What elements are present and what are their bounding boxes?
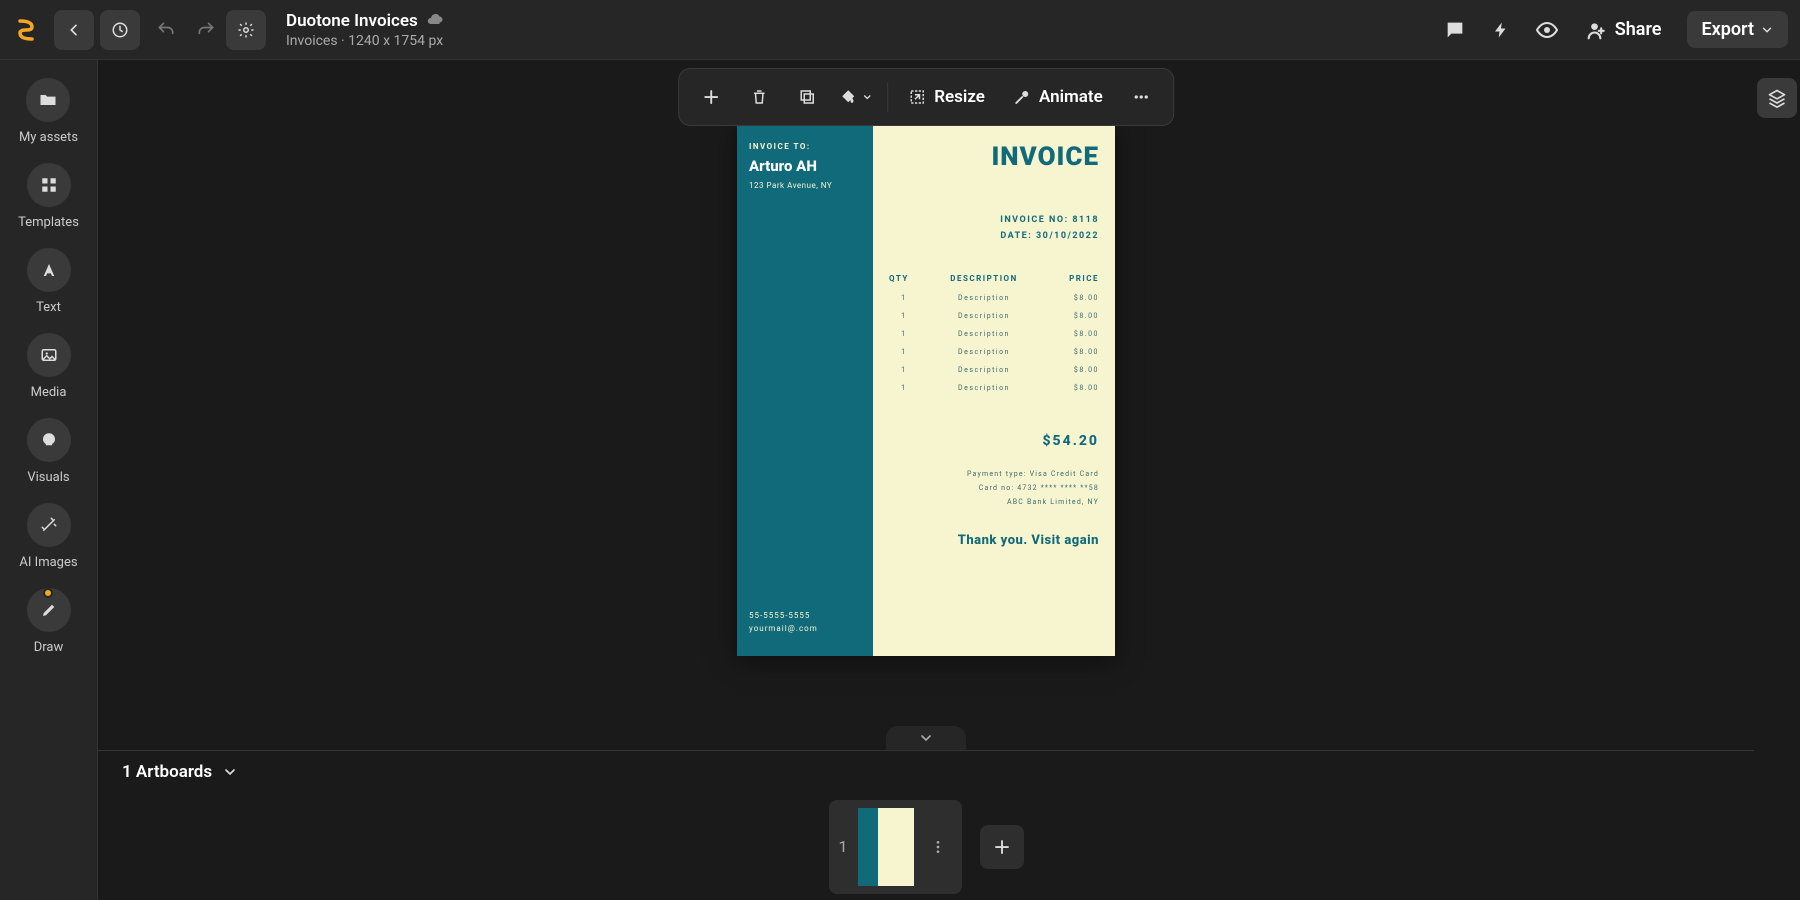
sidebar-label-text: Text bbox=[36, 300, 61, 315]
paint-bucket-icon bbox=[839, 88, 857, 106]
invoice-email: yourmail@.com bbox=[749, 623, 861, 636]
invoice-row: 1Description$8.00 bbox=[889, 307, 1099, 325]
add-artboard-button[interactable] bbox=[980, 825, 1024, 869]
invoice-date: DATE: 30/10/2022 bbox=[889, 228, 1099, 244]
artboard-thumbnail[interactable]: 1 bbox=[829, 800, 962, 894]
sidebar-label-draw: Draw bbox=[34, 640, 64, 655]
invoice-phone: 55-5555-5555 bbox=[749, 610, 861, 623]
invoice-row: 1Description$8.00 bbox=[889, 343, 1099, 361]
chevron-down-icon bbox=[1760, 23, 1774, 37]
left-sidebar: My assets Templates Text Media Visuals A… bbox=[0, 60, 98, 900]
resize-icon bbox=[908, 88, 926, 106]
chevron-down-icon bbox=[918, 730, 934, 746]
redo-button[interactable] bbox=[186, 10, 226, 50]
more-button[interactable] bbox=[1119, 75, 1163, 119]
resize-label: Resize bbox=[934, 87, 985, 107]
app-logo[interactable] bbox=[12, 16, 40, 44]
invoice-to-label: INVOICE TO: bbox=[749, 142, 861, 151]
artboards-count[interactable]: 1 Artboards bbox=[122, 762, 212, 782]
chevron-down-icon bbox=[861, 91, 873, 103]
back-button[interactable] bbox=[54, 10, 94, 50]
animate-button[interactable]: Animate bbox=[1001, 75, 1115, 119]
context-toolbar: Resize Animate bbox=[678, 68, 1174, 126]
invoice-line-items: QTY DESCRIPTION PRICE 1Description$8.001… bbox=[889, 274, 1099, 397]
invoice-client-name: Arturo AH bbox=[749, 157, 861, 175]
image-icon bbox=[40, 346, 58, 364]
export-label: Export bbox=[1701, 19, 1754, 40]
animate-icon bbox=[1013, 88, 1031, 106]
sidebar-label-media: Media bbox=[31, 385, 67, 400]
bolt-button[interactable] bbox=[1481, 10, 1521, 50]
share-button[interactable]: Share bbox=[1573, 11, 1676, 48]
visuals-icon bbox=[40, 431, 58, 449]
fill-button[interactable] bbox=[833, 75, 879, 119]
history-button[interactable] bbox=[100, 10, 140, 50]
preview-button[interactable] bbox=[1527, 10, 1567, 50]
text-icon bbox=[40, 261, 58, 279]
magic-icon bbox=[40, 516, 58, 534]
sidebar-item-templates[interactable]: Templates bbox=[18, 163, 79, 230]
invoice-total: $54.20 bbox=[889, 433, 1099, 449]
sidebar-label-assets: My assets bbox=[19, 130, 78, 145]
col-price: PRICE bbox=[1049, 274, 1099, 283]
thumbnail-menu-button[interactable] bbox=[924, 833, 952, 861]
sidebar-item-ai-images[interactable]: AI Images bbox=[19, 503, 77, 570]
settings-button[interactable] bbox=[226, 10, 266, 50]
cloud-sync-icon bbox=[426, 12, 444, 30]
sidebar-item-media[interactable]: Media bbox=[27, 333, 71, 400]
sidebar-label-ai-images: AI Images bbox=[19, 555, 77, 570]
sidebar-item-draw[interactable]: Draw bbox=[27, 588, 71, 655]
sidebar-item-visuals[interactable]: Visuals bbox=[27, 418, 71, 485]
document-subtitle: Invoices · 1240 x 1754 px bbox=[286, 33, 444, 49]
share-label: Share bbox=[1615, 19, 1662, 40]
panel-toggle[interactable] bbox=[886, 726, 966, 750]
folder-icon bbox=[38, 90, 58, 110]
invoice-address: 123 Park Avenue, NY bbox=[749, 181, 861, 190]
invoice-sidebar: INVOICE TO: Arturo AH 123 Park Avenue, N… bbox=[737, 122, 873, 656]
share-icon bbox=[1587, 20, 1607, 40]
add-button[interactable] bbox=[689, 75, 733, 119]
invoice-body: INVOICE INVOICE NO: 8118 DATE: 30/10/202… bbox=[873, 122, 1115, 656]
invoice-card-no: Card no: 4732 **** **** **58 bbox=[889, 481, 1099, 495]
sidebar-item-assets[interactable]: My assets bbox=[19, 78, 78, 145]
invoice-number: INVOICE NO: 8118 bbox=[889, 212, 1099, 228]
document-title-block: Duotone Invoices Invoices · 1240 x 1754 … bbox=[286, 11, 444, 49]
layers-button[interactable] bbox=[1757, 78, 1797, 118]
sidebar-label-templates: Templates bbox=[18, 215, 79, 230]
col-qty: QTY bbox=[889, 274, 919, 283]
invoice-row: 1Description$8.00 bbox=[889, 379, 1099, 397]
invoice-thanks: Thank you. Visit again bbox=[889, 533, 1099, 548]
grid-icon bbox=[40, 176, 58, 194]
canvas-area[interactable]: Resize Animate INVOICE TO: Arturo AH 123… bbox=[98, 60, 1754, 900]
col-desc: DESCRIPTION bbox=[919, 274, 1049, 283]
notification-dot bbox=[43, 588, 53, 598]
plus-icon bbox=[993, 838, 1011, 856]
animate-label: Animate bbox=[1039, 87, 1103, 107]
sidebar-item-text[interactable]: Text bbox=[27, 248, 71, 315]
chevron-down-icon[interactable] bbox=[222, 764, 238, 780]
invoice-row: 1Description$8.00 bbox=[889, 289, 1099, 307]
delete-button[interactable] bbox=[737, 75, 781, 119]
right-rail bbox=[1754, 60, 1800, 900]
top-bar: Duotone Invoices Invoices · 1240 x 1754 … bbox=[0, 0, 1800, 60]
artboards-panel: 1 Artboards 1 bbox=[98, 750, 1754, 900]
thumbnail-index: 1 bbox=[839, 837, 848, 856]
invoice-payment-type: Payment type: Visa Credit Card bbox=[889, 467, 1099, 481]
comments-button[interactable] bbox=[1435, 10, 1475, 50]
sidebar-label-visuals: Visuals bbox=[27, 470, 69, 485]
resize-button[interactable]: Resize bbox=[896, 75, 997, 119]
pencil-icon bbox=[40, 601, 58, 619]
invoice-row: 1Description$8.00 bbox=[889, 325, 1099, 343]
invoice-title: INVOICE bbox=[889, 142, 1099, 172]
thumbnail-preview bbox=[858, 808, 914, 886]
undo-button[interactable] bbox=[146, 10, 186, 50]
export-button[interactable]: Export bbox=[1687, 11, 1788, 48]
invoice-bank: ABC Bank Limited, NY bbox=[889, 495, 1099, 509]
document-title[interactable]: Duotone Invoices bbox=[286, 11, 418, 31]
artboard-invoice[interactable]: INVOICE TO: Arturo AH 123 Park Avenue, N… bbox=[737, 122, 1115, 656]
invoice-row: 1Description$8.00 bbox=[889, 361, 1099, 379]
duplicate-button[interactable] bbox=[785, 75, 829, 119]
